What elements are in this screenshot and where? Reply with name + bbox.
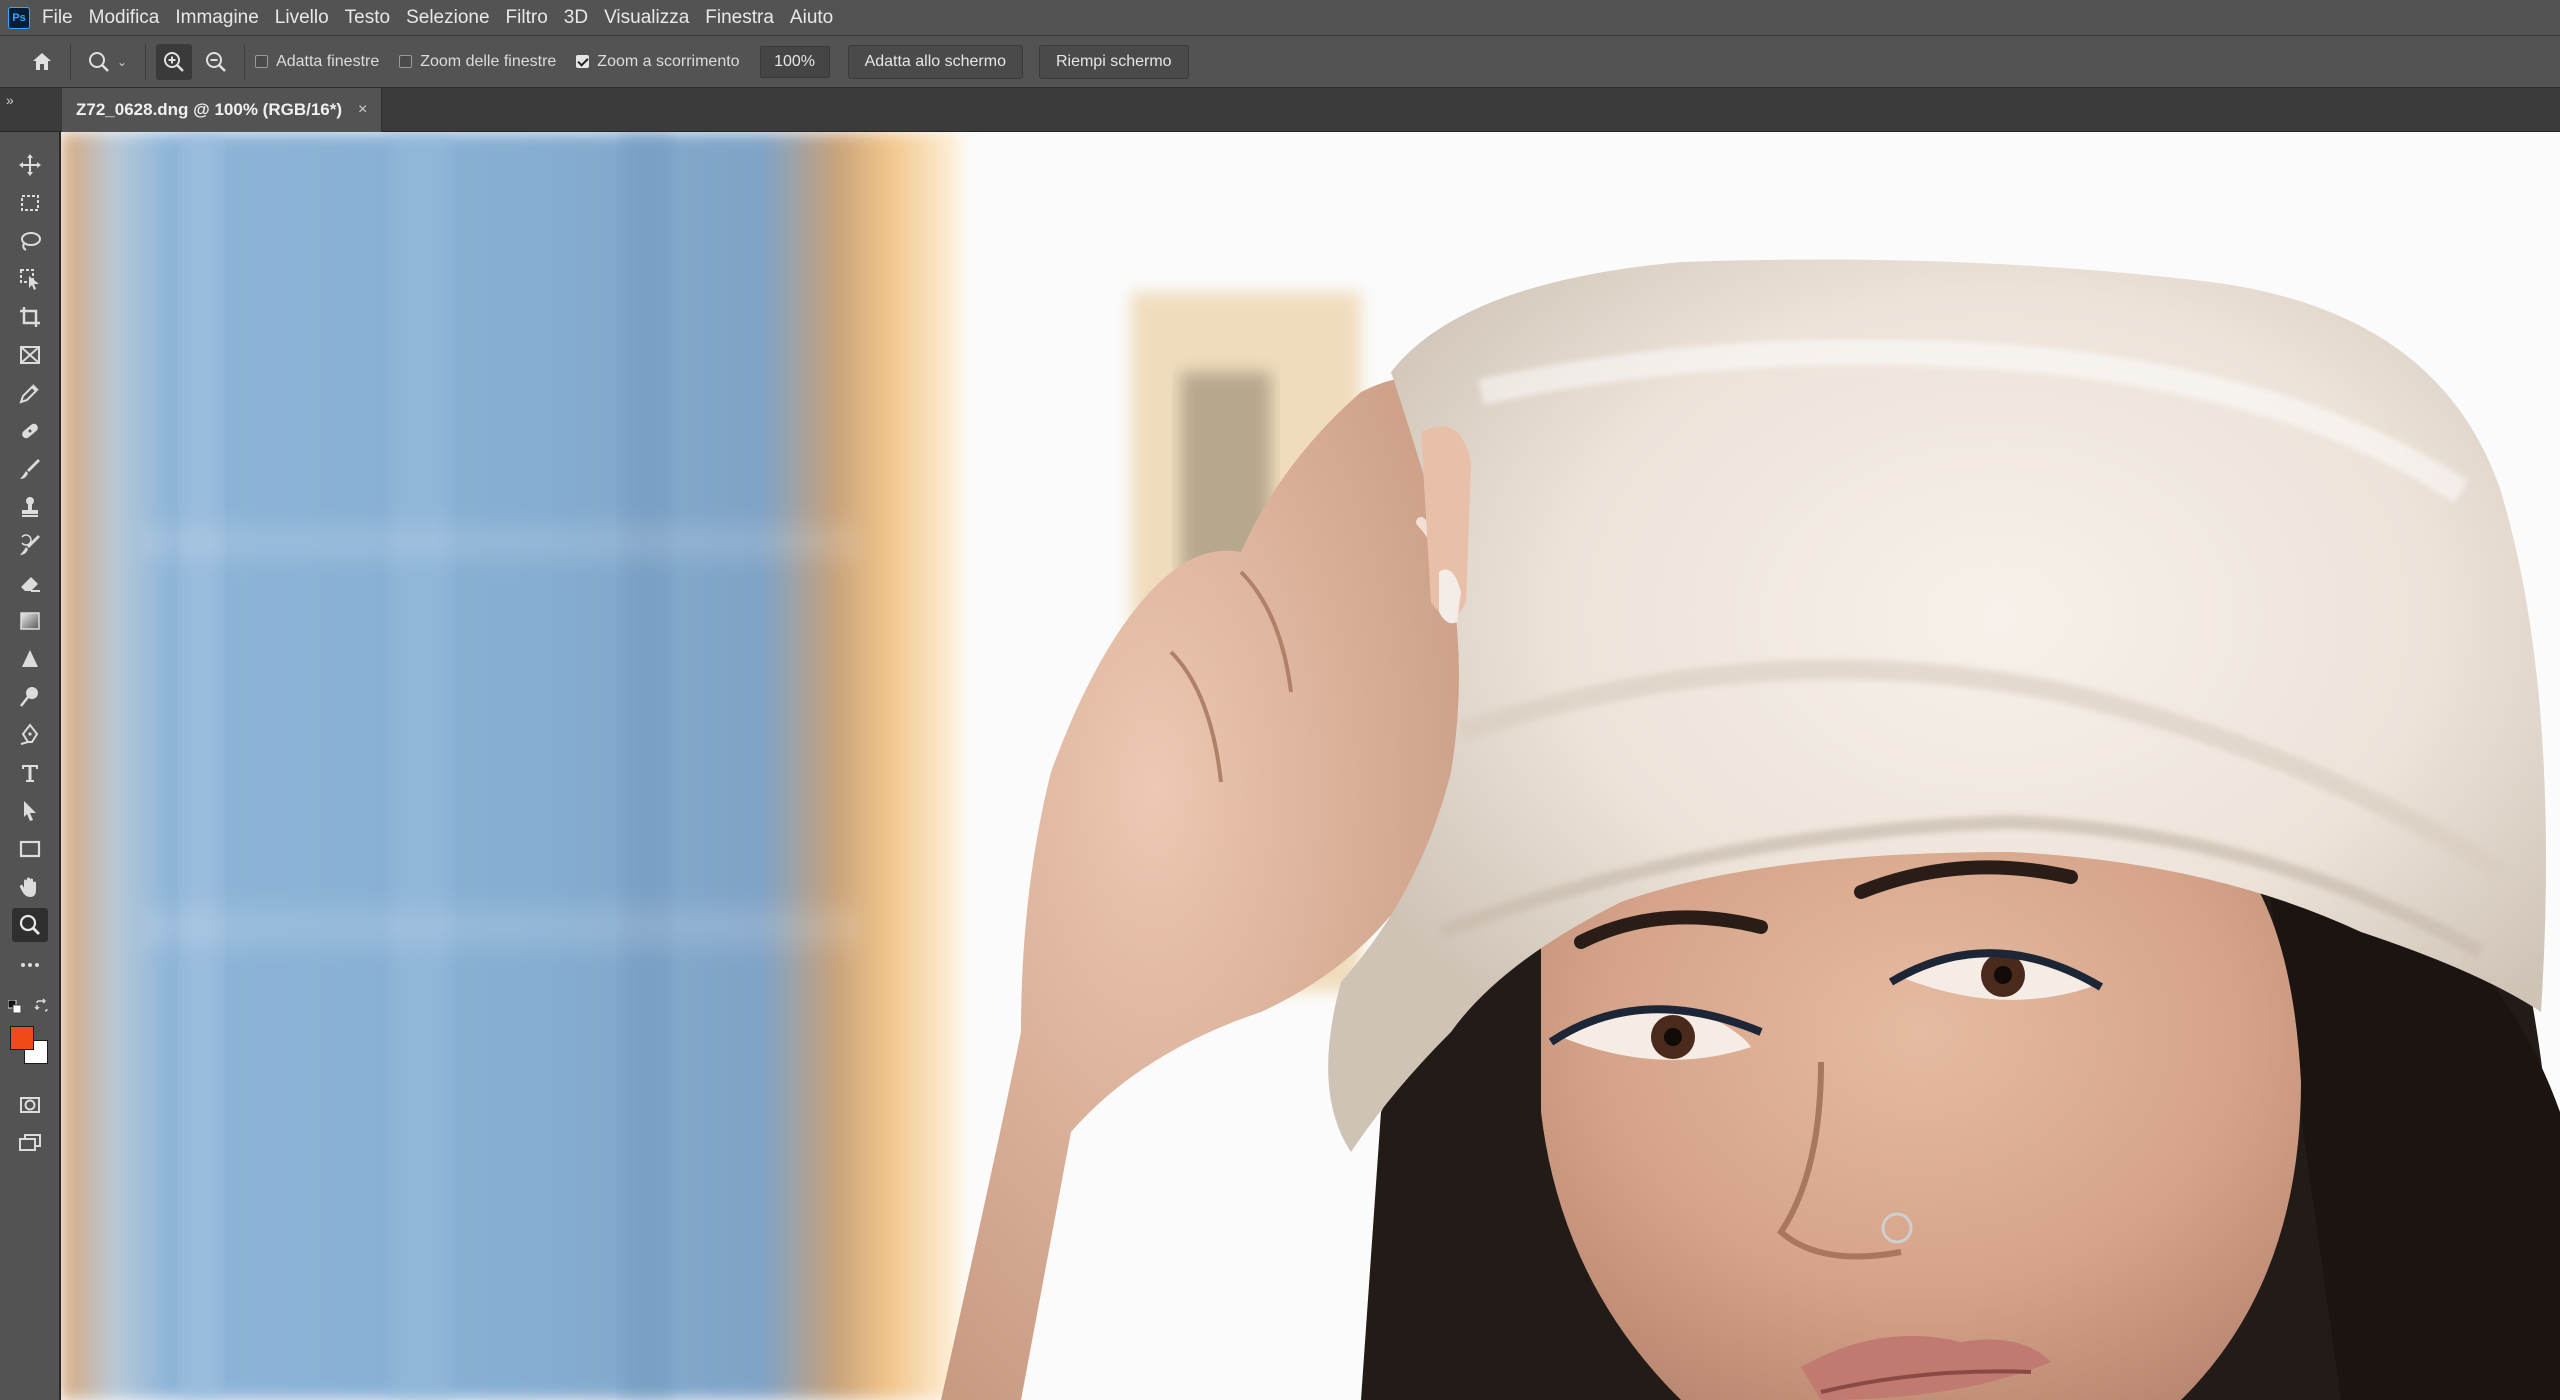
menu-testo[interactable]: Testo <box>345 7 400 29</box>
zoom-percent-field[interactable]: 100% <box>759 45 830 78</box>
photoshop-logo-icon: Ps <box>8 6 30 29</box>
rectangle-icon[interactable] <box>12 832 48 866</box>
move-icon[interactable] <box>12 148 48 182</box>
hand-icon[interactable] <box>12 870 48 904</box>
frame-icon[interactable] <box>12 338 48 372</box>
menu-filtro[interactable]: Filtro <box>506 7 558 29</box>
gradient-icon[interactable] <box>12 604 48 638</box>
scrubby-zoom-checkbox[interactable]: Zoom a scorrimento <box>576 52 740 71</box>
more-tools-icon[interactable] <box>12 948 48 982</box>
resize-windows-label: Adatta finestre <box>276 52 380 70</box>
rect-marquee-icon[interactable] <box>12 186 48 220</box>
zoom-all-windows-checkbox[interactable]: Zoom delle finestre <box>399 53 556 71</box>
zoom-icon[interactable] <box>12 908 48 942</box>
checkbox-box[interactable] <box>255 55 269 68</box>
document-canvas[interactable] <box>61 132 2560 1400</box>
document-tab[interactable]: Z72_0628.dng @ 100% (RGB/16*) × <box>62 88 383 132</box>
chevron-down-icon[interactable]: ⌄ <box>117 55 127 69</box>
brush-icon[interactable] <box>12 452 48 486</box>
menu-finestra[interactable]: Finestra <box>705 7 784 29</box>
divider <box>145 43 147 80</box>
fill-screen-button[interactable]: Riempi schermo <box>1038 44 1189 79</box>
fit-screen-button[interactable]: Adatta allo schermo <box>847 44 1023 79</box>
menu-modifica[interactable]: Modifica <box>89 7 170 29</box>
crop-icon[interactable] <box>12 300 48 334</box>
scrubby-zoom-label: Zoom a scorrimento <box>597 52 740 70</box>
menu-selezione[interactable]: Selezione <box>406 7 499 29</box>
menu-3d[interactable]: 3D <box>564 7 598 29</box>
menu-visualizza[interactable]: Visualizza <box>604 7 699 29</box>
expand-panels-icon[interactable]: » <box>6 92 14 108</box>
menu-aiuto[interactable]: Aiuto <box>790 7 843 29</box>
resize-windows-checkbox[interactable]: Adatta finestre <box>255 53 379 71</box>
tool-preset-zoom-icon[interactable] <box>81 44 117 80</box>
clone-stamp-icon[interactable] <box>12 490 48 524</box>
document-tab-bar: » Z72_0628.dng @ 100% (RGB/16*) × <box>0 88 2560 132</box>
quick-mask-icon[interactable] <box>12 1088 48 1122</box>
swap-colors-icon[interactable] <box>34 998 50 1014</box>
document-title: Z72_0628.dng @ 100% (RGB/16*) <box>76 100 343 119</box>
checkbox-box[interactable] <box>399 55 413 68</box>
screen-mode-icon[interactable] <box>12 1126 48 1160</box>
menu-bar: Ps File Modifica Immagine Livello Testo … <box>0 0 2560 36</box>
sharpen-icon[interactable] <box>12 642 48 676</box>
default-colors-icon[interactable] <box>7 999 22 1014</box>
lasso-icon[interactable] <box>12 224 48 258</box>
zoom-out-icon[interactable] <box>198 44 234 80</box>
home-icon[interactable] <box>24 44 60 80</box>
object-select-icon[interactable] <box>12 262 48 296</box>
menu-livello[interactable]: Livello <box>275 7 339 29</box>
healing-brush-icon[interactable] <box>12 414 48 448</box>
divider <box>70 43 71 80</box>
eraser-icon[interactable] <box>12 566 48 600</box>
history-brush-icon[interactable] <box>12 528 48 562</box>
close-icon[interactable]: × <box>358 101 367 119</box>
pen-icon[interactable] <box>12 718 48 752</box>
options-bar: ⌄ Adatta finestre Zoom delle finestre Zo… <box>0 36 2560 88</box>
type-icon[interactable] <box>12 756 48 790</box>
photo-image <box>61 132 2560 1400</box>
menu-file[interactable]: File <box>42 7 83 29</box>
zoom-in-icon[interactable] <box>156 43 193 80</box>
path-select-icon[interactable] <box>12 794 48 828</box>
checkbox-box-checked[interactable] <box>576 55 590 68</box>
foreground-color-swatch[interactable] <box>10 1026 34 1050</box>
zoom-all-windows-label: Zoom delle finestre <box>420 52 557 70</box>
tools-panel <box>0 132 60 1400</box>
dodge-icon[interactable] <box>12 680 48 714</box>
divider <box>244 43 246 80</box>
eyedropper-icon[interactable] <box>12 376 48 410</box>
menu-immagine[interactable]: Immagine <box>175 7 268 29</box>
